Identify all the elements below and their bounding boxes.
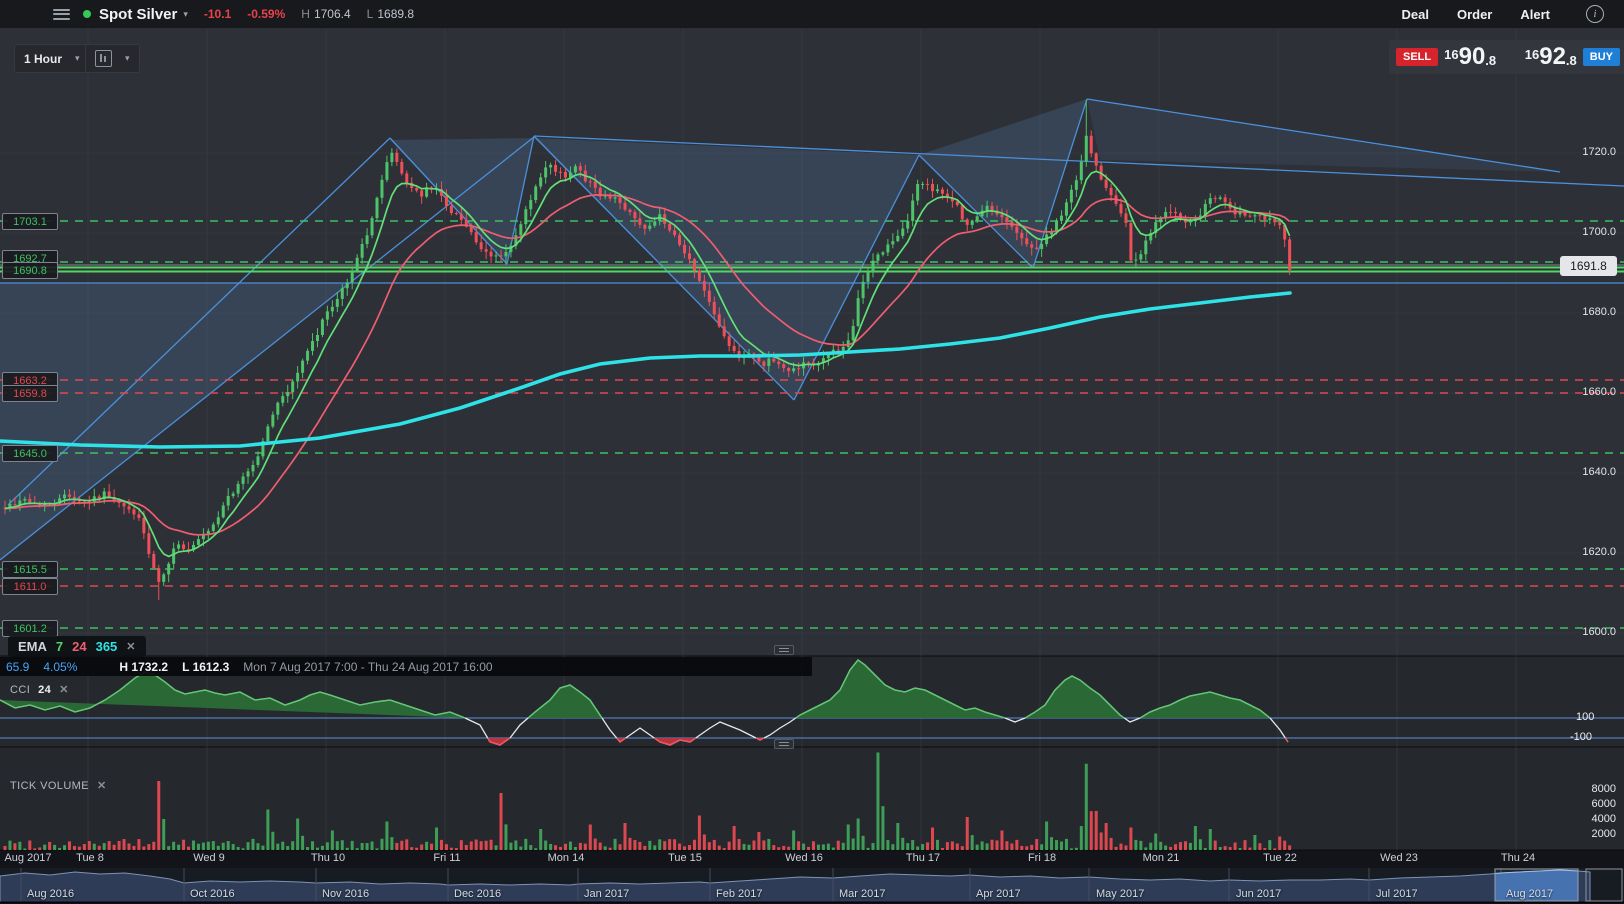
x-axis-label: Wed 16 [785, 852, 823, 864]
cci-upper-label: 100 [1576, 711, 1595, 723]
price-axis-label: 1680.0 [1582, 306, 1616, 318]
info-icon[interactable]: i [1586, 5, 1604, 23]
x-axis-label: Mon 21 [1142, 852, 1180, 864]
volume-axis-label: 4000 [1591, 813, 1616, 825]
navigator-month-label: Jun 2017 [1236, 888, 1282, 900]
x-axis-label: Thu 24 [1500, 852, 1536, 864]
market-open-dot [83, 10, 91, 18]
navigator-month-label: Mar 2017 [839, 888, 886, 900]
buy-button[interactable]: 16 92.8 BUY [1506, 40, 1624, 74]
volume-axis-label: 8000 [1591, 783, 1616, 795]
timeframe-selector[interactable]: 1 Hour ▾ [14, 44, 90, 73]
navigator-month-label: Oct 2016 [190, 888, 235, 900]
current-price-tag: 1691.8 [1560, 256, 1617, 276]
volume-axis-label: 2000 [1591, 828, 1616, 840]
panel-resize-grip[interactable] [774, 645, 794, 655]
price-change-pct: -0.59% [247, 7, 286, 21]
range-high: H 1732.2 [119, 659, 169, 674]
price-axis-label: 1600.0 [1582, 626, 1616, 638]
close-icon[interactable]: ✕ [126, 640, 135, 653]
level-tag[interactable]: 1645.0 [2, 445, 58, 462]
chart-canvas[interactable] [0, 0, 1624, 904]
level-tag[interactable]: 1615.5 [2, 561, 58, 578]
buy-price: 16 92.8 [1524, 43, 1577, 70]
navigator-month-label: Dec 2016 [454, 888, 502, 900]
order-button[interactable]: Order [1457, 7, 1492, 22]
x-axis-label: Fri 11 [433, 852, 461, 864]
ema24-param: 24 [72, 639, 87, 654]
alert-button[interactable]: Alert [1520, 7, 1550, 22]
candlestick-chart-icon [95, 50, 112, 67]
navigator-month-label: Feb 2017 [716, 888, 763, 900]
cci-panel-header: CCI 24 ✕ [10, 683, 69, 697]
x-axis-label: Aug 2017 [4, 852, 52, 864]
cci-period: 24 [38, 683, 52, 696]
ema7-param: 7 [55, 639, 64, 654]
date-range: Mon 7 Aug 2017 7:00 - Thu 24 Aug 2017 16… [243, 659, 493, 674]
volume-title: TICK VOLUME [10, 779, 89, 792]
x-axis-label: Thu 10 [310, 852, 346, 864]
session-high: H 1706.4 [301, 7, 351, 21]
navigator-month-label: Aug 2016 [27, 888, 75, 900]
instrument-title[interactable]: Spot Silver [99, 6, 177, 23]
navigator-month-label: May 2017 [1096, 888, 1145, 900]
sell-price: 16 90.8 [1444, 43, 1497, 70]
price-axis-label: 1640.0 [1582, 466, 1616, 478]
price-change: -10.1 [203, 7, 232, 21]
price-axis-label: 1620.0 [1582, 546, 1616, 558]
price-axis-label: 1660.0 [1582, 386, 1616, 398]
trading-app: Spot Silver ▾ -10.1 -0.59% H 1706.4 L 1689… [0, 0, 1624, 904]
x-axis-label: Tue 15 [668, 852, 702, 864]
close-icon[interactable]: ✕ [59, 683, 69, 696]
navigator-month-label: Jan 2017 [584, 888, 630, 900]
level-tag[interactable]: 1690.8 [2, 262, 58, 279]
top-bar: Spot Silver ▾ -10.1 -0.59% H 1706.4 L 1689… [0, 0, 1624, 29]
cci-lower-label: -100 [1570, 731, 1593, 743]
range-low: L 1612.3 [182, 659, 230, 674]
panel-resize-grip[interactable] [774, 739, 794, 749]
x-axis-label: Fri 18 [1027, 852, 1057, 864]
chevron-down-icon[interactable]: ▾ [183, 9, 188, 20]
deal-button[interactable]: Deal [1402, 7, 1429, 22]
price-axis-label: 1700.0 [1582, 226, 1616, 238]
level-tag[interactable]: 1703.1 [2, 213, 58, 230]
x-axis-label: Tue 8 [76, 852, 104, 864]
x-axis-label: Wed 9 [193, 852, 225, 864]
x-axis-label: Tue 22 [1263, 852, 1297, 864]
menu-icon[interactable] [53, 8, 70, 20]
status-value: 65.9 [6, 659, 30, 674]
sell-pill: SELL [1396, 48, 1439, 66]
price-axis-label: 1720.0 [1582, 146, 1616, 158]
chart-type-selector[interactable]: ▾ [85, 44, 140, 73]
navigator-month-label: Jul 2017 [1376, 888, 1418, 900]
status-percent: 4.05% [43, 659, 78, 674]
volume-panel-header: TICK VOLUME ✕ [10, 779, 107, 793]
navigator-month-label: Aug 2017 [1506, 888, 1554, 900]
navigator-month-label: Nov 2016 [322, 888, 370, 900]
cci-title: CCI [10, 683, 31, 696]
ema365-param: 365 [95, 639, 118, 654]
chevron-down-icon: ▾ [125, 53, 130, 63]
buy-pill: BUY [1582, 48, 1620, 66]
ema-label: EMA [18, 639, 47, 654]
x-axis-label: Thu 17 [905, 852, 941, 864]
navigator-month-label: Apr 2017 [976, 888, 1021, 900]
ema-legend[interactable]: EMA 7 24 365 ✕ [8, 636, 146, 657]
chevron-down-icon: ▾ [75, 53, 80, 63]
session-low: L 1689.8 [366, 7, 415, 21]
x-axis-label: Mon 14 [547, 852, 585, 864]
level-tag[interactable]: 1601.2 [2, 620, 58, 637]
sell-button[interactable]: SELL 16 90.8 [1389, 40, 1510, 74]
level-tag[interactable]: 1611.0 [2, 578, 58, 595]
status-bar: 65.9 4.05% H 1732.2 L 1612.3 Mon 7 Aug 2… [0, 657, 812, 676]
close-icon[interactable]: ✕ [97, 779, 107, 792]
level-tag[interactable]: 1659.8 [2, 385, 58, 402]
volume-axis-label: 6000 [1591, 798, 1616, 810]
x-axis-label: Wed 23 [1380, 852, 1418, 864]
